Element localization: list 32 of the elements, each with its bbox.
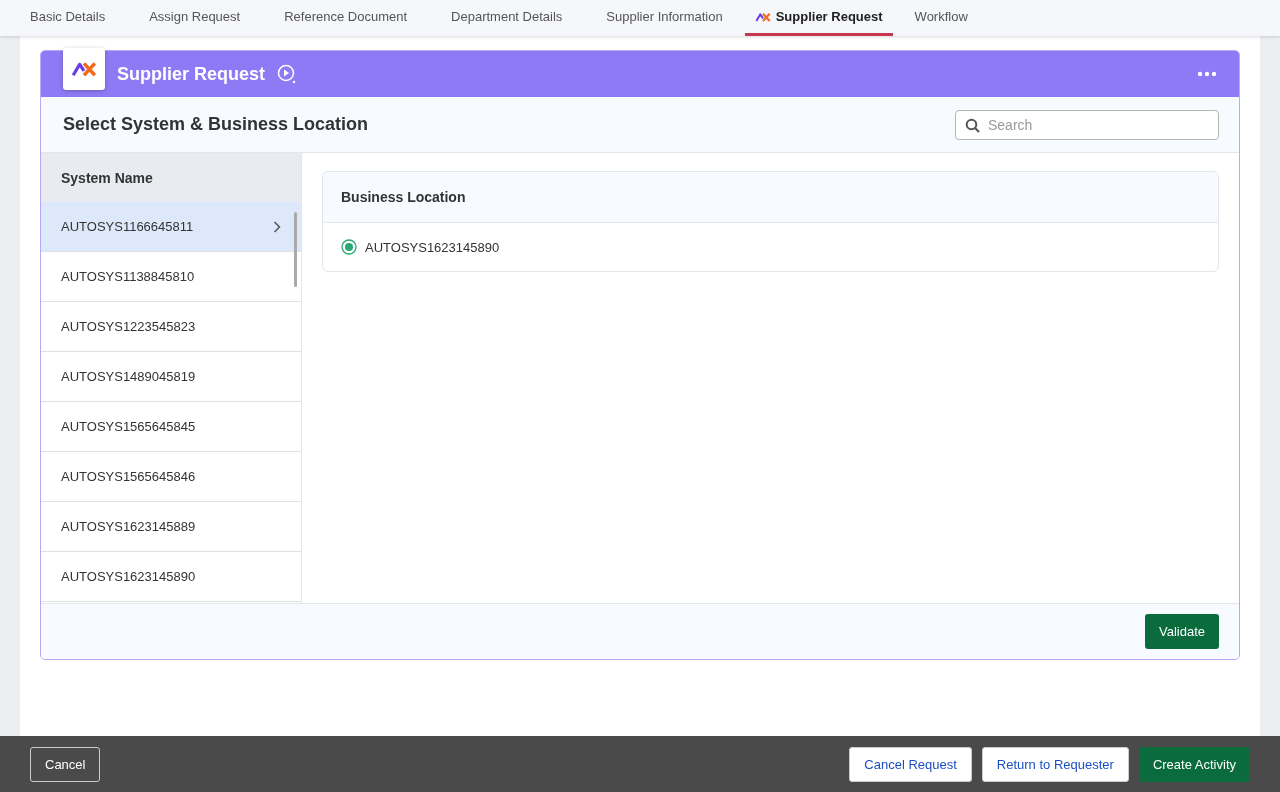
system-item[interactable]: AUTOSYS1223545823 [41,302,301,352]
tab[interactable]: Workflow [892,0,990,36]
footer-button[interactable]: Cancel Request [849,746,972,782]
search-field[interactable]: Search [955,109,1219,140]
system-item[interactable]: AUTOSYS1623145890 [41,552,301,602]
footer-button[interactable]: Create Activity [1138,746,1250,782]
radio-button[interactable] [341,239,357,255]
card-title: Supplier Request [117,63,266,85]
logo-icon [754,10,771,23]
search-icon [965,117,980,133]
system-item[interactable]: AUTOSYS1565645845 [41,402,301,452]
system-item[interactable]: AUTOSYS1166645811 [41,202,301,252]
system-item[interactable]: AUTOSYS1489045819 [41,352,301,402]
system-item[interactable]: AUTOSYS1623145889 [41,502,301,552]
more-icon[interactable] [1197,71,1217,77]
tab[interactable]: Reference Document [262,0,430,36]
logo-icon [71,59,97,79]
section-title: Select System & Business Location [63,114,369,135]
chevron-right-icon [273,220,281,233]
panel-header: Business Location [323,172,1218,223]
tab[interactable]: Supplier Information [584,0,745,36]
footer-button[interactable]: Return to Requester [981,746,1129,782]
cancel-button[interactable]: Cancel [30,746,101,782]
tab[interactable]: Department Details [429,0,585,36]
tab[interactable]: Assign Request [127,0,263,36]
validate-button[interactable]: Validate [1145,614,1219,649]
play-help-icon[interactable] [277,64,298,84]
location-option[interactable]: AUTOSYS1623145890 [323,223,1218,271]
scrollbar[interactable] [294,212,297,287]
system-item[interactable]: AUTOSYS1565645846 [41,452,301,502]
tab[interactable]: Basic Details [8,0,128,36]
column-header: System Name [41,153,301,202]
